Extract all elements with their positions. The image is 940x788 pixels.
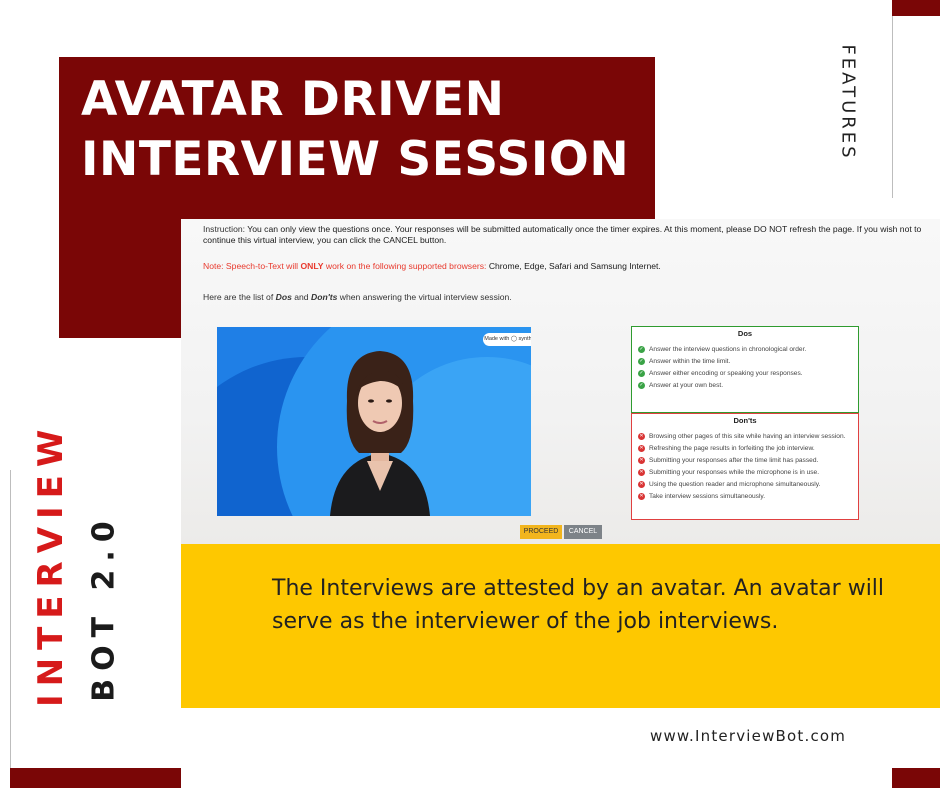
intro-and: and bbox=[294, 292, 309, 302]
cancel-button[interactable]: CANCEL bbox=[564, 525, 602, 539]
donts-item-text: Using the question reader and microphone… bbox=[649, 481, 821, 488]
dos-panel: Dos ✓ Answer the interview questions in c… bbox=[631, 326, 859, 413]
dos-item: ✓ Answer at your own best. bbox=[638, 382, 852, 390]
donts-panel: Don'ts ✕ Browsing other pages of this sit… bbox=[631, 413, 859, 520]
donts-item: ✕ Browsing other pages of this site while… bbox=[638, 433, 852, 441]
brand-version: BOT 2.0 bbox=[86, 513, 122, 702]
browser-note: Note: Speech-to-Text will ONLY work on t… bbox=[203, 261, 661, 271]
donts-item-text: Submitting your responses after the time… bbox=[649, 457, 819, 464]
dos-item-text: Answer the interview questions in chrono… bbox=[649, 346, 807, 353]
proceed-button[interactable]: PROCEED bbox=[520, 525, 562, 539]
donts-item: ✕ Refreshing the page results in forfeiti… bbox=[638, 445, 852, 453]
donts-item: ✕ Take interview sessions simultaneously. bbox=[638, 493, 852, 501]
check-icon: ✓ bbox=[638, 382, 645, 389]
intro-donts-word: Don'ts bbox=[310, 292, 338, 302]
dos-item: ✓ Answer the interview questions in chron… bbox=[638, 346, 852, 354]
x-circle-icon: ✕ bbox=[638, 433, 645, 440]
donts-item-text: Refreshing the page results in forfeitin… bbox=[649, 445, 815, 452]
check-icon: ✓ bbox=[638, 358, 645, 365]
dos-item-text: Answer either encoding or speaking your … bbox=[649, 370, 803, 377]
website-url[interactable]: www.InterviewBot.com bbox=[650, 727, 846, 745]
dos-item-text: Answer within the time limit. bbox=[649, 358, 731, 365]
description-text: The Interviews are attested by an avatar… bbox=[272, 576, 885, 634]
x-circle-icon: ✕ bbox=[638, 493, 645, 500]
donts-item: ✕ Using the question reader and microphon… bbox=[638, 481, 852, 489]
left-divider-line bbox=[10, 470, 11, 770]
donts-item-text: Submitting your responses while the micr… bbox=[649, 469, 820, 476]
note-middle: work on the following supported browsers… bbox=[325, 261, 487, 271]
right-divider-line bbox=[892, 16, 893, 198]
avatar-person-illustration bbox=[330, 351, 430, 516]
x-circle-icon: ✕ bbox=[638, 445, 645, 452]
dos-title: Dos bbox=[737, 329, 753, 338]
top-right-accent-bar bbox=[892, 0, 940, 16]
x-circle-icon: ✕ bbox=[638, 457, 645, 464]
intro-part-1: Here are the list of bbox=[203, 292, 274, 302]
donts-title: Don'ts bbox=[733, 416, 757, 425]
check-icon: ✓ bbox=[638, 346, 645, 353]
intro-dos-word: Dos bbox=[275, 292, 292, 302]
note-browsers: Chrome, Edge, Safari and Samsung Interne… bbox=[488, 261, 661, 271]
dos-item-text: Answer at your own best. bbox=[649, 382, 724, 389]
dos-donts-intro: Here are the list of Dos and Don'ts when… bbox=[203, 292, 512, 302]
brand-name: INTERVIEW bbox=[31, 421, 71, 707]
intro-part-2: when answering the virtual interview ses… bbox=[339, 292, 512, 302]
donts-item-text: Browsing other pages of this site while … bbox=[649, 433, 846, 440]
description-panel: The Interviews are attested by an avatar… bbox=[181, 544, 940, 708]
dos-list: ✓ Answer the interview questions in chron… bbox=[632, 346, 858, 390]
instruction-prefix: Instruction: bbox=[203, 224, 246, 234]
bottom-left-accent-bar bbox=[10, 768, 181, 788]
title-line-1: AVATAR DRIVEN bbox=[81, 72, 505, 127]
note-prefix: Note: Speech-to-Text will bbox=[203, 261, 299, 271]
bottom-right-accent-bar bbox=[892, 768, 940, 788]
donts-item: ✕ Submitting your responses while the mic… bbox=[638, 469, 852, 477]
dos-item: ✓ Answer within the time limit. bbox=[638, 358, 852, 366]
note-only: ONLY bbox=[300, 261, 324, 271]
x-circle-icon: ✕ bbox=[638, 481, 645, 488]
donts-list: ✕ Browsing other pages of this site while… bbox=[632, 433, 858, 501]
check-icon: ✓ bbox=[638, 370, 645, 377]
title-line-2: INTERVIEW SESSION bbox=[81, 132, 630, 187]
avatar-video[interactable]: Made with ◯ synthesia bbox=[217, 327, 531, 516]
synthesia-badge: Made with ◯ synthesia bbox=[483, 333, 531, 346]
page-title: AVATAR DRIVEN INTERVIEW SESSION bbox=[81, 70, 641, 190]
x-circle-icon: ✕ bbox=[638, 469, 645, 476]
donts-item-text: Take interview sessions simultaneously. bbox=[649, 493, 766, 500]
features-label: FEATURES bbox=[837, 44, 859, 161]
instruction-text: Instruction: You can only view the quest… bbox=[203, 224, 933, 246]
instruction-body: You can only view the questions once. Yo… bbox=[203, 224, 922, 245]
donts-item: ✕ Submitting your responses after the tim… bbox=[638, 457, 852, 465]
interview-screen-screenshot: Instruction: You can only view the quest… bbox=[181, 219, 940, 544]
dos-item: ✓ Answer either encoding or speaking your… bbox=[638, 370, 852, 378]
